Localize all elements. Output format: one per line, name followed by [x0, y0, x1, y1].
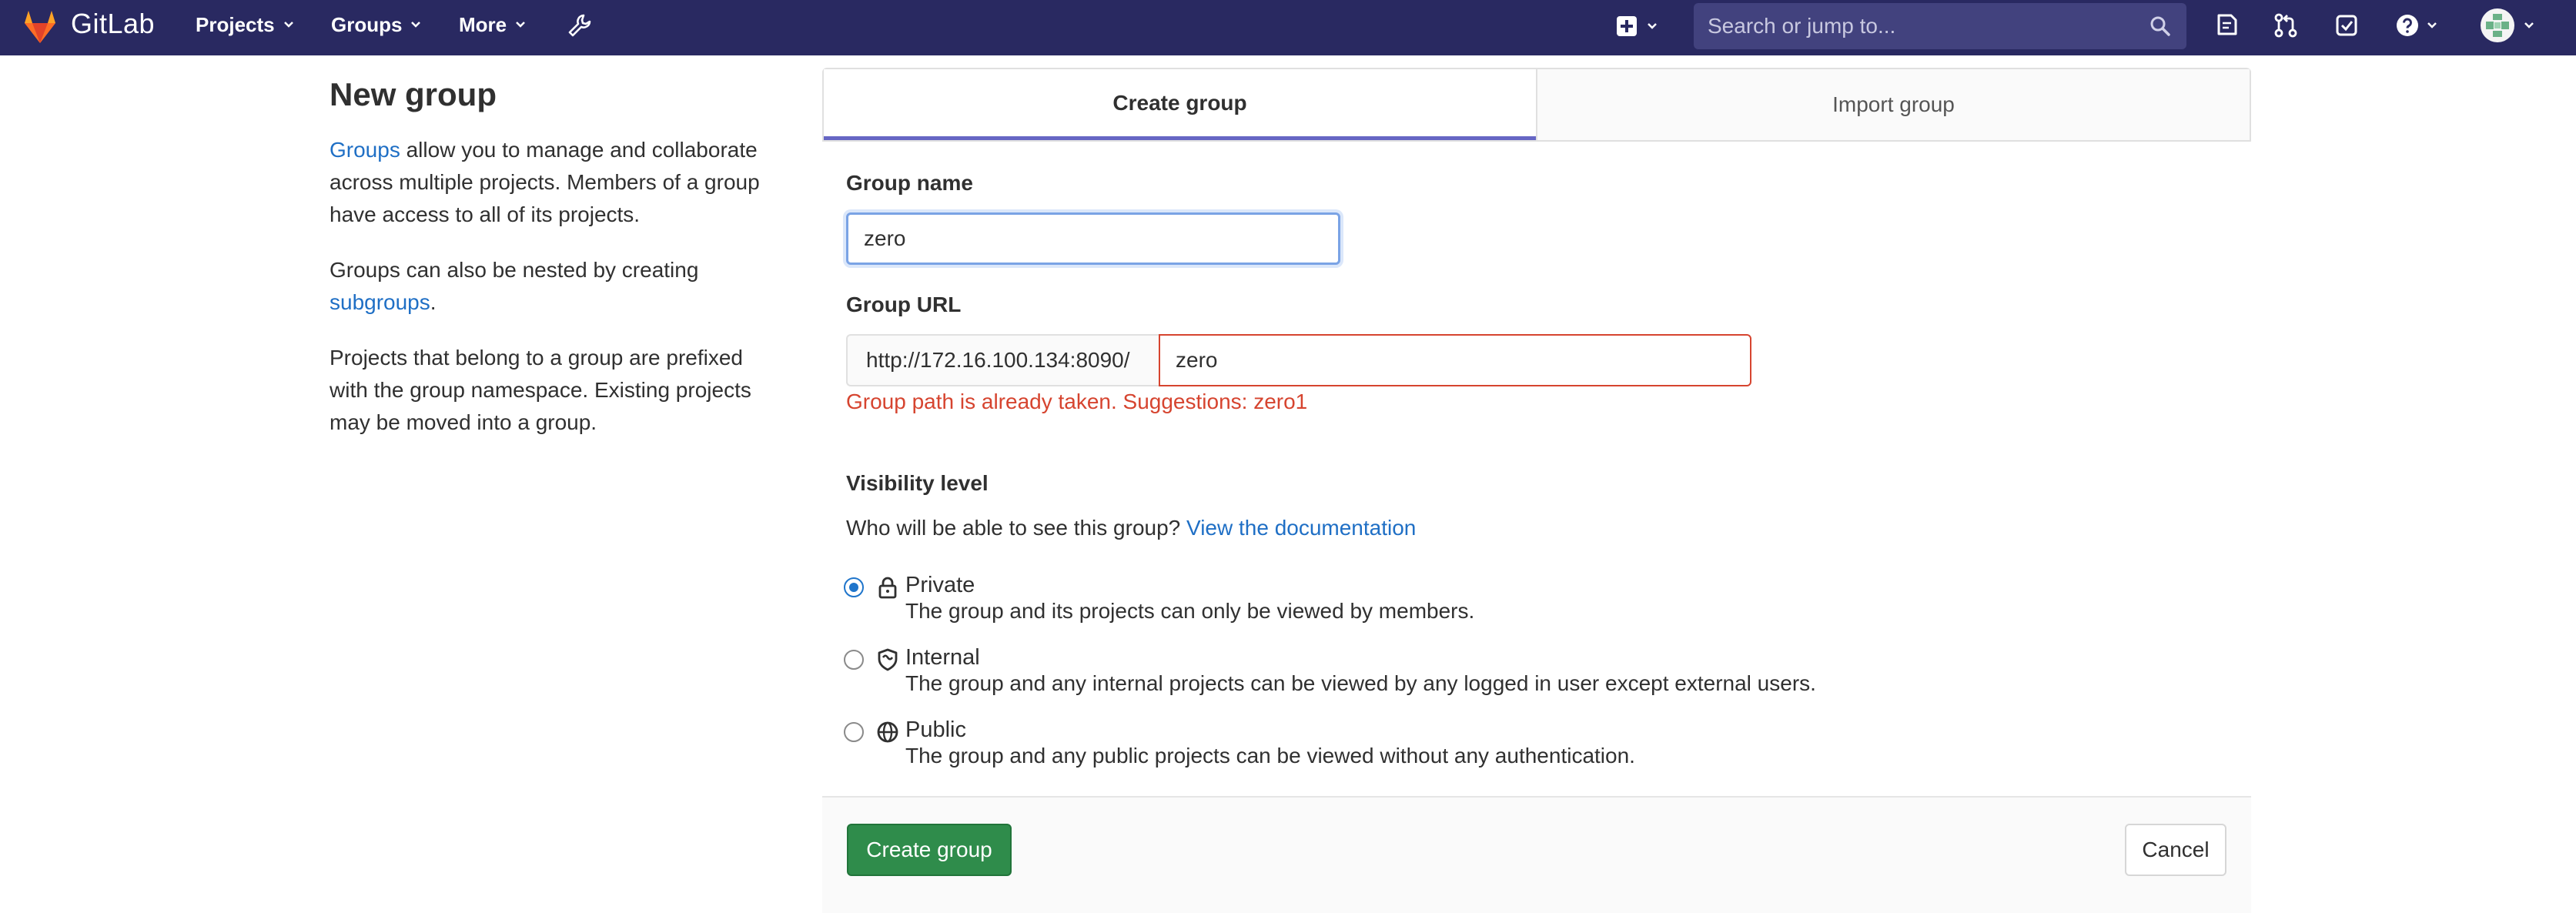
- visibility-title-public: Public: [905, 717, 966, 742]
- chevron-down-icon: [411, 22, 421, 28]
- nav-more-menu[interactable]: More: [459, 11, 527, 38]
- plus-square-icon: [1617, 16, 1637, 36]
- group-path-input[interactable]: [1159, 334, 1751, 386]
- visibility-radio-public[interactable]: [844, 722, 864, 742]
- subgroups-link[interactable]: subgroups: [330, 290, 430, 314]
- chevron-down-icon: [516, 22, 526, 28]
- visibility-help-text: Who will be able to see this group?: [846, 516, 1187, 540]
- visibility-option-internal[interactable]: Internal The group and any internal proj…: [844, 644, 1922, 705]
- group-name-input[interactable]: [846, 212, 1340, 265]
- visibility-help: Who will be able to see this group? View…: [846, 516, 1416, 540]
- gitlab-brand[interactable]: GitLab: [71, 8, 155, 40]
- groups-link[interactable]: Groups: [330, 138, 400, 162]
- todo-icon[interactable]: [2334, 13, 2359, 38]
- description-subgroups: Groups can also be nested by creating su…: [330, 254, 784, 319]
- visibility-radio-internal[interactable]: [844, 650, 864, 670]
- issues-icon[interactable]: [2214, 12, 2239, 37]
- nav-projects-label: Projects: [196, 12, 275, 36]
- merge-request-icon[interactable]: [2273, 12, 2299, 38]
- help-icon: [2397, 15, 2418, 36]
- gitlab-logo-icon[interactable]: [20, 6, 60, 46]
- visibility-option-private[interactable]: Private The group and its projects can o…: [844, 571, 1922, 633]
- global-search[interactable]: [1694, 3, 2186, 49]
- visibility-desc-private: The group and its projects can only be v…: [905, 599, 1475, 623]
- chevron-down-icon: [283, 22, 293, 28]
- shield-icon: [878, 648, 898, 671]
- description-groups: Groups allow you to manage and collabora…: [330, 134, 784, 231]
- cancel-button[interactable]: Cancel: [2125, 824, 2226, 876]
- wrench-icon[interactable]: [567, 12, 593, 38]
- help-dropdown-button[interactable]: [2390, 11, 2444, 40]
- create-group-button[interactable]: Create group: [847, 824, 1012, 876]
- chevron-down-icon: [2524, 22, 2534, 28]
- tab-create-group[interactable]: Create group: [824, 69, 1536, 140]
- page-title: New group: [330, 76, 497, 112]
- search-icon: [2150, 16, 2170, 36]
- group-tabs: Create group Import group: [822, 68, 2251, 142]
- visibility-title-private: Private: [905, 573, 975, 597]
- top-navbar: GitLab Projects Groups More: [0, 0, 2576, 55]
- description-subgroups-end: .: [430, 290, 437, 315]
- group-name-label: Group name: [846, 171, 973, 195]
- visibility-radio-private[interactable]: [844, 577, 864, 597]
- nav-groups-menu[interactable]: Groups: [331, 11, 422, 38]
- tab-import-group[interactable]: Import group: [1536, 69, 2250, 140]
- group-path-error: Group path is already taken. Suggestions…: [846, 390, 1308, 413]
- visibility-level-label: Visibility level: [846, 471, 989, 495]
- form-actions: Create group Cancel: [822, 796, 2251, 913]
- chevron-down-icon: [1648, 23, 1657, 29]
- search-input[interactable]: [1694, 3, 2186, 49]
- globe-icon: [877, 721, 898, 743]
- group-url-prefix: http://172.16.100.134:8090/: [846, 334, 1159, 386]
- nav-more-label: More: [459, 12, 507, 36]
- visibility-desc-public: The group and any public projects can be…: [905, 744, 1635, 768]
- description-namespace: Projects that belong to a group are pref…: [330, 346, 751, 435]
- user-menu-button[interactable]: [2473, 8, 2542, 43]
- lock-icon: [878, 577, 897, 599]
- visibility-desc-internal: The group and any internal projects can …: [905, 671, 1816, 695]
- nav-projects-menu[interactable]: Projects: [196, 11, 295, 38]
- new-dropdown-button[interactable]: [1609, 11, 1664, 42]
- page-description: New group Groups allow you to manage and…: [330, 76, 784, 462]
- avatar: [2481, 8, 2514, 42]
- visibility-title-internal: Internal: [905, 645, 980, 670]
- visibility-option-public[interactable]: Public The group and any public projects…: [844, 716, 1922, 778]
- nav-groups-label: Groups: [331, 12, 403, 36]
- description-subgroups-text: Groups can also be nested by creating: [330, 258, 699, 283]
- view-documentation-link[interactable]: View the documentation: [1186, 516, 1416, 540]
- chevron-down-icon: [2427, 22, 2437, 28]
- group-url-label: Group URL: [846, 293, 962, 316]
